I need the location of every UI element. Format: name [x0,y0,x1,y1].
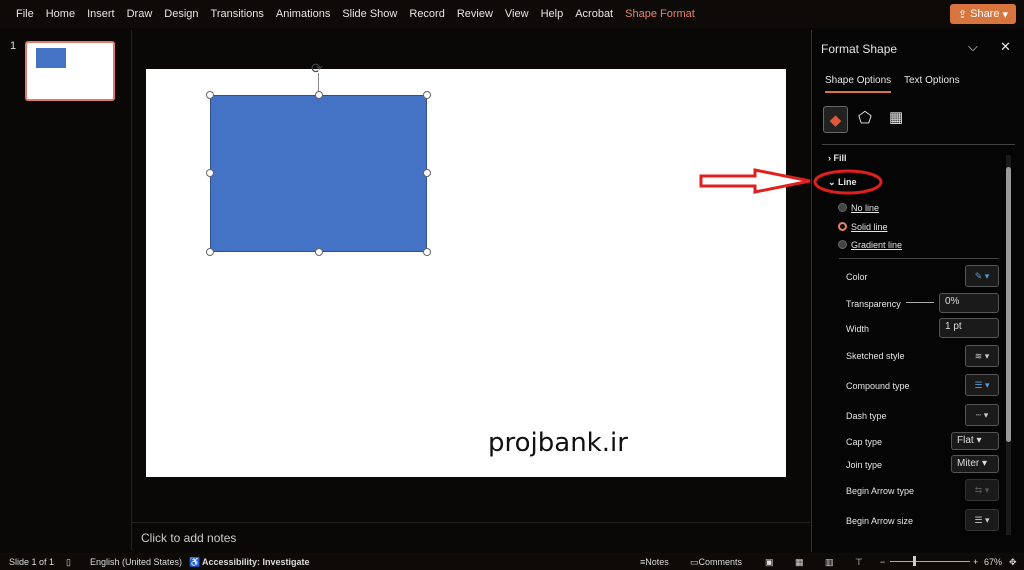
reading-view-icon[interactable]: ▥ [825,557,834,568]
accessibility-icon: ♿ [189,557,201,567]
zoom-level[interactable]: 67% [984,557,1002,567]
slide-sorter-icon[interactable]: ▦ [795,557,804,568]
notes-button[interactable]: ≡Notes [640,557,669,567]
annotation-arrow [699,168,811,194]
language[interactable]: English (United States) [90,557,182,567]
comments-button[interactable]: ▭Comments [690,557,742,568]
zoom-in-button[interactable]: + [973,557,978,567]
status-bar: Slide 1 of 1 ▯ English (United States) ♿… [0,553,1024,570]
spell-check-icon[interactable]: ▯ [66,557,71,568]
zoom-slider-thumb[interactable] [913,556,916,566]
annotation-ellipse [813,169,883,195]
accessibility-status[interactable]: Accessibility: Investigate [202,557,310,567]
zoom-slider[interactable] [890,561,970,562]
slideshow-icon[interactable]: ⊤ [855,557,863,568]
slide-count: Slide 1 of 1 [9,557,55,567]
annotation-overlay [699,168,883,195]
normal-view-icon[interactable]: ▣ [765,557,774,568]
zoom-out-button[interactable]: − [880,557,885,567]
fit-to-window-icon[interactable]: ✥ [1009,557,1017,568]
